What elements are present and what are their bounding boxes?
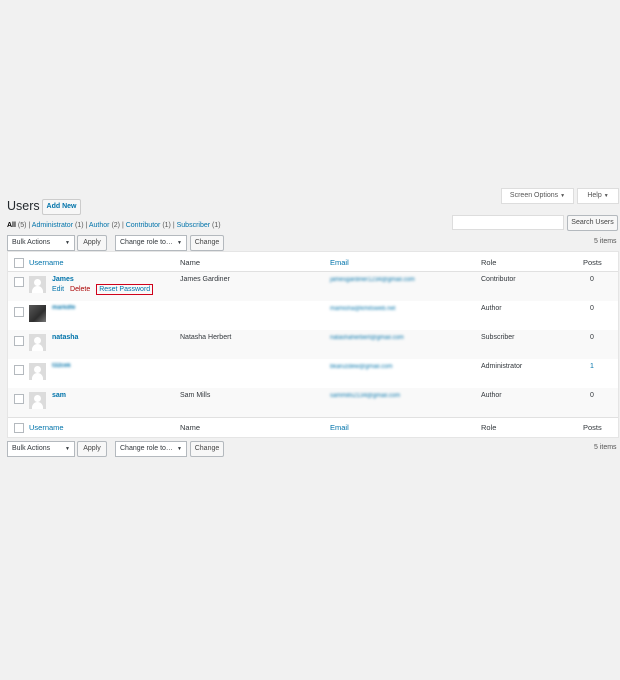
users-table: Username Name Email Role Posts James Edi… (7, 251, 619, 438)
delete-link[interactable]: Delete (70, 286, 90, 293)
user-posts: 0 (590, 305, 594, 312)
footer-divider (8, 417, 618, 418)
filter-subscriber[interactable]: Subscriber (177, 222, 210, 229)
table-row (8, 330, 618, 359)
avatar (29, 363, 46, 380)
row-checkbox[interactable] (14, 277, 24, 287)
caret-down-icon: ▼ (603, 193, 609, 199)
username-link[interactable]: sam (52, 392, 66, 399)
change-button[interactable]: Change (190, 235, 224, 251)
avatar (29, 392, 46, 409)
apply-button-bottom[interactable]: Apply (77, 441, 107, 457)
column-header-name[interactable]: Name (180, 258, 200, 267)
column-header-role: Role (481, 258, 497, 267)
column-footer-name[interactable]: Name (180, 423, 200, 432)
table-row (8, 388, 618, 417)
filter-author[interactable]: Author (89, 222, 110, 229)
select-all-checkbox[interactable] (14, 258, 24, 268)
row-checkbox[interactable] (14, 307, 24, 317)
reset-password-link[interactable]: Reset Password (96, 284, 154, 295)
user-role: Author (481, 305, 502, 312)
user-email[interactable]: bkaruzdew@gmail.com (330, 364, 392, 370)
username-link[interactable]: James (52, 276, 74, 283)
user-email[interactable]: natashaherbert@gmail.com (330, 335, 404, 341)
column-footer-email[interactable]: Email (330, 423, 349, 432)
caret-down-icon: ▼ (560, 193, 566, 199)
caret-down-icon: ▼ (65, 240, 70, 246)
user-role: Contributor (481, 276, 516, 283)
column-header-username[interactable]: Username (29, 258, 64, 267)
avatar (29, 276, 46, 293)
user-role: Author (481, 392, 502, 399)
items-count-bottom: 5 items (594, 444, 617, 451)
bulk-actions-value: Bulk Actions (12, 239, 51, 246)
filter-all[interactable]: All (7, 222, 16, 229)
add-new-button[interactable]: Add New (42, 199, 81, 215)
column-header-posts: Posts (583, 258, 602, 267)
user-role-filters: All (5) | Administrator (1) | Author (2)… (7, 222, 221, 229)
change-role-select-bottom[interactable]: Change role to… ▼ (115, 441, 187, 457)
search-users-button[interactable]: Search Users (567, 215, 618, 231)
row-checkbox[interactable] (14, 336, 24, 346)
bulk-actions-select[interactable]: Bulk Actions ▼ (7, 235, 75, 251)
change-button-bottom[interactable]: Change (190, 441, 224, 457)
avatar (29, 334, 46, 351)
screen-options-button[interactable]: Screen Options ▼ (501, 188, 574, 204)
user-name: Natasha Herbert (180, 334, 232, 341)
filter-administrator[interactable]: Administrator (32, 222, 73, 229)
caret-down-icon: ▼ (65, 446, 70, 452)
user-posts: 0 (590, 276, 594, 283)
column-footer-posts: Posts (583, 423, 602, 432)
select-all-checkbox[interactable] (14, 423, 24, 433)
username-link[interactable]: markdfe (52, 305, 75, 311)
user-email[interactable]: mamisha@kmitsweb.net (330, 306, 395, 312)
row-actions: Edit Delete Reset Password (52, 284, 154, 295)
user-role: Subscriber (481, 334, 515, 341)
user-posts[interactable]: 1 (590, 363, 594, 370)
row-checkbox[interactable] (14, 365, 24, 375)
username-link[interactable]: t32cek (52, 363, 71, 369)
items-count: 5 items (594, 238, 617, 245)
screen-options-label: Screen Options (509, 192, 559, 199)
edit-link[interactable]: Edit (52, 286, 64, 293)
column-footer-role: Role (481, 423, 497, 432)
bulk-actions-value: Bulk Actions (12, 445, 51, 452)
user-role: Administrator (481, 363, 523, 370)
change-role-select[interactable]: Change role to… ▼ (115, 235, 187, 251)
user-email[interactable]: sammills2134@gmail.com (330, 393, 400, 399)
user-email[interactable]: jamesgardiner1234@gmail.com (330, 277, 415, 283)
user-posts: 0 (590, 392, 594, 399)
change-role-value: Change role to… (120, 239, 173, 246)
user-name: Sam Mills (180, 392, 211, 399)
avatar (29, 305, 46, 322)
username-link[interactable]: natasha (52, 334, 78, 341)
change-role-value: Change role to… (120, 445, 173, 452)
page-title: Users (7, 199, 40, 213)
column-footer-username[interactable]: Username (29, 423, 64, 432)
caret-down-icon: ▼ (177, 446, 182, 452)
filter-contributor[interactable]: Contributor (126, 222, 161, 229)
apply-button[interactable]: Apply (77, 235, 107, 251)
user-posts: 0 (590, 334, 594, 341)
help-label: Help (587, 192, 602, 199)
search-input[interactable] (452, 215, 564, 230)
row-checkbox[interactable] (14, 394, 24, 404)
user-name: James Gardiner (180, 276, 230, 283)
bulk-actions-select-bottom[interactable]: Bulk Actions ▼ (7, 441, 75, 457)
column-header-email[interactable]: Email (330, 258, 349, 267)
caret-down-icon: ▼ (177, 240, 182, 246)
help-button[interactable]: Help ▼ (577, 188, 619, 204)
